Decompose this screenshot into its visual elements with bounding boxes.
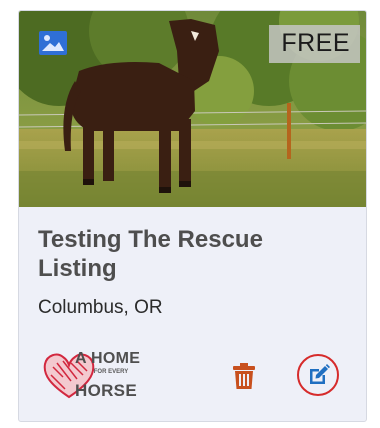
- image-icon: [39, 31, 67, 55]
- listing-title[interactable]: Testing The Rescue Listing: [38, 225, 338, 283]
- listing-card[interactable]: FREE Testing The Rescue Listing Columbus…: [18, 10, 367, 422]
- listing-photo[interactable]: FREE: [19, 11, 366, 207]
- edit-icon: [310, 364, 330, 384]
- logo-line-3: HORSE: [75, 381, 137, 400]
- logo-line-1: A HOME: [75, 350, 141, 367]
- trash-icon: [233, 363, 255, 389]
- a-home-for-every-horse-logo: A HOME FOR EVERY HORSE: [41, 347, 161, 403]
- listing-location: Columbus, OR: [38, 297, 163, 318]
- price-tag: FREE: [269, 25, 360, 63]
- delete-button[interactable]: [233, 363, 255, 389]
- edit-button[interactable]: [297, 354, 339, 396]
- logo-line-2: FOR EVERY: [93, 369, 129, 375]
